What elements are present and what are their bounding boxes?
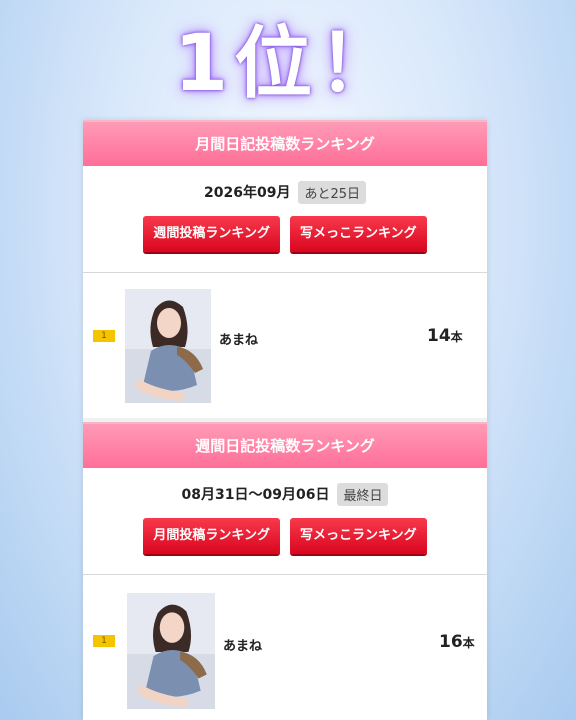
entry-name[interactable]: あまね xyxy=(223,635,262,654)
entry-post-count: 16本 xyxy=(439,632,475,652)
weekly-button-row: 月間投稿ランキング 写メっこランキング xyxy=(83,518,487,554)
weekly-post-ranking-button[interactable]: 週間投稿ランキング xyxy=(143,216,280,252)
avatar-photo[interactable] xyxy=(127,593,215,709)
monthly-ranking-header: 月間日記投稿数ランキング xyxy=(83,120,487,166)
monthly-button-row: 週間投稿ランキング 写メっこランキング xyxy=(83,216,487,252)
monthly-remaining-badge: あと25日 xyxy=(298,180,366,204)
entry-post-count: 14本 xyxy=(427,326,463,346)
post-count-value: 14 xyxy=(427,326,451,346)
post-count-unit: 本 xyxy=(450,330,463,344)
weekly-date-row: 08月31日〜09月06日 最終日 xyxy=(83,482,487,506)
headline-rank: 1位！ xyxy=(173,19,403,109)
monthly-rank-entry[interactable]: 1 あまね 14本 xyxy=(83,273,487,418)
avatar-photo[interactable] xyxy=(125,289,211,403)
rank-badge: 1 xyxy=(93,330,115,342)
weekly-rank-entry[interactable]: 1 あまね 16本 xyxy=(83,575,487,720)
weekly-ranking-header: 週間日記投稿数ランキング xyxy=(83,422,487,468)
entry-name[interactable]: あまね xyxy=(219,329,258,348)
post-count-unit: 本 xyxy=(462,636,475,650)
monthly-post-ranking-button[interactable]: 月間投稿ランキング xyxy=(143,518,280,554)
ranking-panel: 月間日記投稿数ランキング 2026年09月 あと25日 週間投稿ランキング 写メ… xyxy=(83,120,487,720)
photo-ranking-button-2[interactable]: 写メっこランキング xyxy=(290,518,427,554)
weekly-remaining-badge: 最終日 xyxy=(337,482,389,506)
rank-badge: 1 xyxy=(93,635,115,647)
monthly-date: 2026年09月 xyxy=(204,185,291,201)
post-count-value: 16 xyxy=(439,632,463,652)
monthly-date-row: 2026年09月 あと25日 xyxy=(83,180,487,204)
weekly-date: 08月31日〜09月06日 xyxy=(181,487,330,503)
photo-ranking-button[interactable]: 写メっこランキング xyxy=(290,216,427,252)
